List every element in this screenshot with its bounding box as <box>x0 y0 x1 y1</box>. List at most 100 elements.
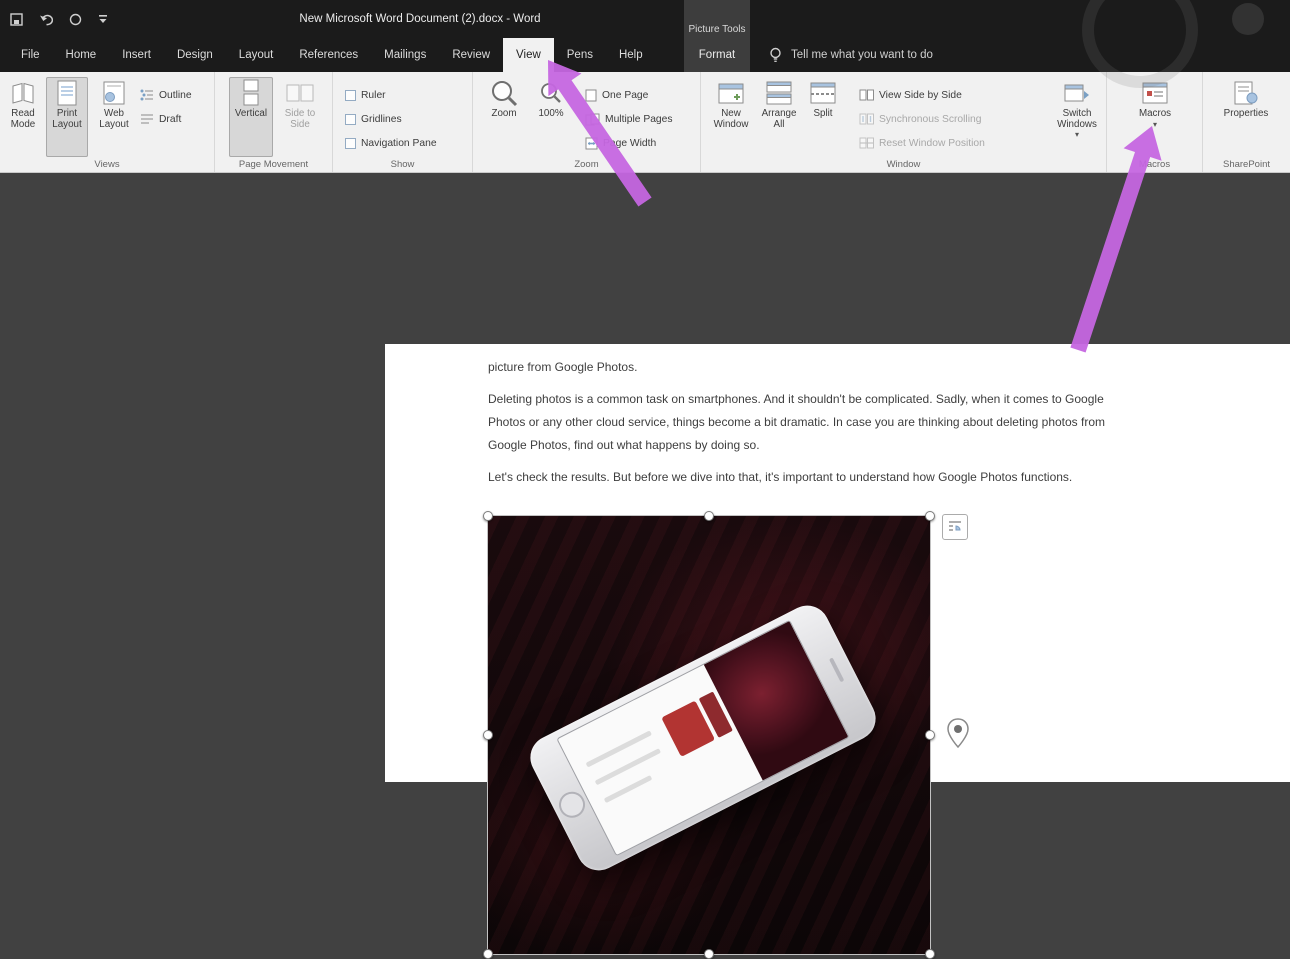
one-page-button[interactable]: One Page <box>585 86 648 104</box>
web-layout-button[interactable]: Web Layout <box>92 77 136 157</box>
paragraph-2[interactable]: Let's check the results. But before we d… <box>488 466 1128 489</box>
selection-handle-top-left[interactable] <box>483 511 493 521</box>
group-label-sharepoint: SharePoint <box>1203 159 1290 170</box>
ruler-checkbox[interactable] <box>345 90 356 101</box>
new-window-icon <box>718 77 744 109</box>
group-sharepoint: Properties SharePoint <box>1203 72 1290 172</box>
tab-help[interactable]: Help <box>606 38 656 72</box>
selection-handle-bottom-right[interactable] <box>925 949 935 959</box>
tab-mailings[interactable]: Mailings <box>371 38 439 72</box>
tab-file[interactable]: File <box>8 38 53 72</box>
tab-view[interactable]: View <box>503 38 554 72</box>
selection-handle-middle-left[interactable] <box>483 730 493 740</box>
navigation-pane-checkbox[interactable] <box>345 138 356 149</box>
document-image[interactable] <box>488 516 930 954</box>
macros-button[interactable]: Macros ▾ <box>1133 77 1177 157</box>
document-canvas: picture from Google Photos. Deleting pho… <box>0 172 1290 782</box>
paragraph-1[interactable]: Deleting photos is a common task on smar… <box>488 388 1128 457</box>
split-label: Split <box>805 109 841 120</box>
gridlines-checkbox-item[interactable]: Gridlines <box>345 110 402 128</box>
switch-windows-label: Switch Windows <box>1053 109 1101 130</box>
document-page[interactable]: picture from Google Photos. Deleting pho… <box>385 344 1290 782</box>
switch-windows-icon <box>1064 77 1090 109</box>
picture-tools-context-label: Picture Tools <box>684 0 750 38</box>
reset-window-position-button[interactable]: Reset Window Position <box>859 134 985 152</box>
ruler-label: Ruler <box>361 90 386 101</box>
tab-review[interactable]: Review <box>439 38 503 72</box>
vertical-icon <box>241 77 261 109</box>
switch-windows-button[interactable]: Switch Windows ▾ <box>1053 77 1101 157</box>
vertical-label: Vertical <box>229 109 273 120</box>
zoom-button[interactable]: Zoom <box>481 77 527 157</box>
navigation-pane-checkbox-item[interactable]: Navigation Pane <box>345 134 437 152</box>
tab-layout[interactable]: Layout <box>226 38 287 72</box>
selection-handle-top-right[interactable] <box>925 511 935 521</box>
undo-icon[interactable] <box>39 13 53 26</box>
properties-button[interactable]: Properties <box>1219 77 1273 157</box>
zoom-100-icon <box>539 77 563 109</box>
tell-me-label: Tell me what you want to do <box>791 49 933 61</box>
synchronous-scrolling-button[interactable]: Synchronous Scrolling <box>859 110 981 128</box>
zoom-100-button[interactable]: 100% <box>531 77 571 157</box>
group-window: New Window Arrange All Split View Side b… <box>701 72 1107 172</box>
selection-handle-bottom-left[interactable] <box>483 949 493 959</box>
zoom-label: Zoom <box>481 109 527 120</box>
selection-handle-top-middle[interactable] <box>704 511 714 521</box>
read-mode-label: Read Mode <box>2 109 44 130</box>
save-icon[interactable] <box>10 13 23 26</box>
print-layout-label: Print Layout <box>46 109 88 130</box>
phone-screen-graphic <box>556 620 849 857</box>
web-layout-icon <box>103 77 125 109</box>
gridlines-checkbox[interactable] <box>345 114 356 125</box>
selection-handle-middle-right[interactable] <box>925 730 935 740</box>
window-title: New Microsoft Word Document (2).docx - W… <box>180 0 660 38</box>
page-width-button[interactable]: Page Width <box>585 134 656 152</box>
layout-options-icon <box>947 519 963 535</box>
phone-graphic <box>523 598 883 878</box>
ruler-checkbox-item[interactable]: Ruler <box>345 86 386 104</box>
page-width-icon <box>585 137 598 150</box>
zoom-icon <box>489 77 519 109</box>
synchronous-scrolling-icon <box>859 113 874 125</box>
document-text: picture from Google Photos. Deleting pho… <box>488 356 1128 498</box>
new-window-button[interactable]: New Window <box>709 77 753 157</box>
group-label-zoom: Zoom <box>473 159 700 170</box>
arrange-all-icon <box>766 77 792 109</box>
draft-icon <box>140 113 154 125</box>
split-button[interactable]: Split <box>805 77 841 157</box>
tab-insert[interactable]: Insert <box>109 38 164 72</box>
touch-mode-icon[interactable] <box>69 13 82 26</box>
arrange-all-button[interactable]: Arrange All <box>757 77 801 157</box>
tab-design[interactable]: Design <box>164 38 226 72</box>
zoom-100-label: 100% <box>531 109 571 120</box>
selection-handle-bottom-middle[interactable] <box>704 949 714 959</box>
tab-format[interactable]: Format <box>684 38 750 72</box>
side-to-side-button[interactable]: Side to Side <box>277 77 323 157</box>
layout-options-button[interactable] <box>942 514 968 540</box>
view-side-by-side-label: View Side by Side <box>879 90 962 101</box>
tab-references[interactable]: References <box>286 38 371 72</box>
page-width-label: Page Width <box>603 138 656 149</box>
paragraph-partial[interactable]: picture from Google Photos. <box>488 356 1128 379</box>
group-label-views: Views <box>0 159 214 170</box>
outline-button[interactable]: Outline <box>140 86 192 104</box>
outline-label: Outline <box>159 90 192 101</box>
one-page-label: One Page <box>602 90 648 101</box>
group-label-show: Show <box>333 159 472 170</box>
tab-home[interactable]: Home <box>53 38 110 72</box>
vertical-button[interactable]: Vertical <box>229 77 273 157</box>
print-layout-button[interactable]: Print Layout <box>46 77 88 157</box>
group-macros: Macros ▾ Macros <box>1107 72 1203 172</box>
customize-quick-access-icon[interactable] <box>98 14 108 24</box>
view-side-by-side-button[interactable]: View Side by Side <box>859 86 962 104</box>
read-mode-button[interactable]: Read Mode <box>2 77 44 157</box>
multiple-pages-button[interactable]: Multiple Pages <box>585 110 673 128</box>
group-zoom: Zoom 100% One Page Multiple Pages Page W… <box>473 72 701 172</box>
macros-icon <box>1142 77 1168 109</box>
macros-caret-icon: ▾ <box>1153 120 1157 129</box>
draft-button[interactable]: Draft <box>140 110 181 128</box>
tell-me-box[interactable]: Tell me what you want to do <box>768 38 933 72</box>
tab-pens[interactable]: Pens <box>554 38 606 72</box>
print-layout-icon <box>57 77 77 109</box>
group-show: Ruler Gridlines Navigation Pane Show <box>333 72 473 172</box>
